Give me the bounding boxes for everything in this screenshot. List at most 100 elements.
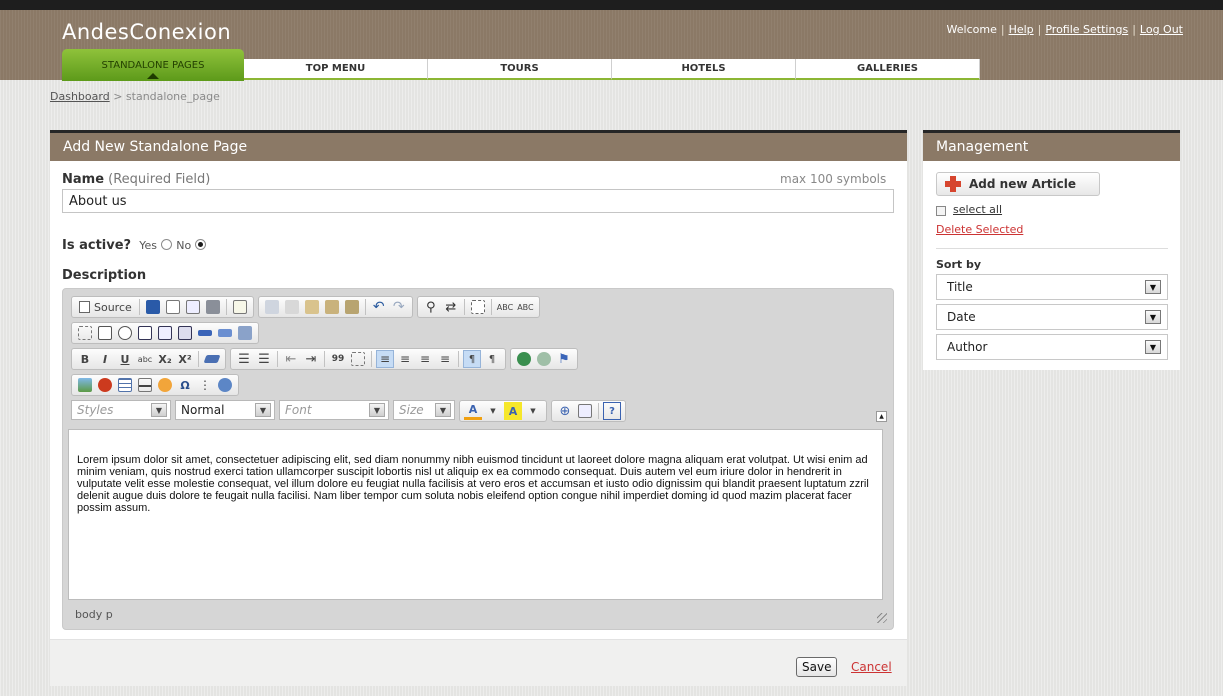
paste-text-icon[interactable]: [323, 298, 341, 316]
image-icon[interactable]: [76, 376, 94, 394]
radio-button-icon[interactable]: [116, 324, 134, 342]
image-button-icon[interactable]: [216, 324, 234, 342]
tab-galleries[interactable]: GALLERIES: [796, 59, 980, 80]
align-left-icon[interactable]: ≡: [376, 350, 394, 368]
button-field-icon[interactable]: [196, 324, 214, 342]
unlink-icon[interactable]: [535, 350, 553, 368]
select-all-checkbox[interactable]: [936, 206, 946, 216]
select-all-icon[interactable]: [469, 298, 487, 316]
collapse-toolbar-icon[interactable]: ▲: [876, 411, 887, 422]
resize-grip-icon[interactable]: [877, 613, 887, 623]
sort-author-select[interactable]: Author ▼: [936, 334, 1168, 360]
tab-standalone-pages[interactable]: STANDALONE PAGES: [62, 49, 244, 81]
text-field-icon[interactable]: [136, 324, 154, 342]
new-page-icon[interactable]: [164, 298, 182, 316]
profile-settings-link[interactable]: Profile Settings: [1045, 23, 1128, 36]
styles-select[interactable]: Styles ▼: [71, 400, 171, 420]
cut-icon[interactable]: [263, 298, 281, 316]
smiley-icon[interactable]: [156, 376, 174, 394]
superscript-button[interactable]: X²: [176, 350, 194, 368]
tab-label: TOURS: [500, 63, 539, 74]
tab-tours[interactable]: TOURS: [428, 59, 612, 80]
preview-icon[interactable]: [184, 298, 202, 316]
align-center-icon[interactable]: ≡: [396, 350, 414, 368]
select-all-link[interactable]: select all: [953, 203, 1002, 216]
print-icon[interactable]: [204, 298, 222, 316]
spellcheck-icon[interactable]: ABC: [496, 298, 514, 316]
cancel-link[interactable]: Cancel: [851, 660, 892, 674]
editor-content-area[interactable]: Lorem ipsum dolor sit amet, consectetuer…: [68, 429, 883, 600]
table-icon[interactable]: [116, 376, 134, 394]
paste-word-icon[interactable]: [343, 298, 361, 316]
logout-link[interactable]: Log Out: [1140, 23, 1183, 36]
redo-icon[interactable]: ↷: [390, 298, 408, 316]
name-input[interactable]: About us: [62, 189, 894, 213]
find-icon[interactable]: ⚲: [422, 298, 440, 316]
active-no-radio[interactable]: [195, 239, 207, 250]
size-select[interactable]: Size ▼: [393, 400, 455, 420]
replace-icon[interactable]: ⇄: [442, 298, 460, 316]
no-label: No: [176, 239, 192, 252]
breadcrumb-dashboard-link[interactable]: Dashboard: [50, 90, 110, 103]
special-char-icon[interactable]: Ω: [176, 376, 194, 394]
save-button[interactable]: Save: [796, 657, 838, 677]
templates-icon[interactable]: [231, 298, 249, 316]
underline-button[interactable]: U: [116, 350, 134, 368]
ltr-icon[interactable]: ¶: [463, 350, 481, 368]
link-icon[interactable]: [515, 350, 533, 368]
chevron-down-icon[interactable]: ▼: [484, 402, 502, 420]
spellcheck-as-you-type-icon[interactable]: ABC: [516, 298, 534, 316]
copy-icon[interactable]: [283, 298, 301, 316]
form-icon[interactable]: [76, 324, 94, 342]
undo-icon[interactable]: ↶: [370, 298, 388, 316]
maximize-icon[interactable]: ⊕: [556, 402, 574, 420]
hidden-field-icon[interactable]: [236, 324, 254, 342]
font-select[interactable]: Font ▼: [279, 400, 389, 420]
subscript-button[interactable]: X₂: [156, 350, 174, 368]
name-max-hint: max 100 symbols: [780, 172, 887, 186]
source-button[interactable]: Source: [76, 298, 135, 316]
text-color-icon[interactable]: A: [464, 402, 482, 420]
sort-date-select[interactable]: Date ▼: [936, 304, 1168, 330]
toolbar-group-colors: A ▼ A ▼: [459, 400, 547, 422]
add-article-button[interactable]: Add new Article: [936, 172, 1100, 196]
numbered-list-icon[interactable]: ☰: [235, 350, 253, 368]
active-yes-radio[interactable]: [161, 239, 173, 250]
bold-button[interactable]: B: [76, 350, 94, 368]
breadcrumb: Dashboard > standalone_page: [50, 90, 220, 103]
horizontal-rule-icon[interactable]: [136, 376, 154, 394]
strikethrough-button[interactable]: abc: [136, 350, 154, 368]
help-link[interactable]: Help: [1009, 23, 1034, 36]
page-break-icon[interactable]: ⋮: [196, 376, 214, 394]
background-color-icon[interactable]: A: [504, 402, 522, 420]
delete-selected-link[interactable]: Delete Selected: [936, 223, 1023, 236]
outdent-icon[interactable]: ⇤: [282, 350, 300, 368]
tab-hotels[interactable]: HOTELS: [612, 59, 796, 80]
description-paragraph: Lorem ipsum dolor sit amet, consectetuer…: [77, 454, 869, 514]
justify-icon[interactable]: ≡: [436, 350, 454, 368]
create-div-icon[interactable]: [349, 350, 367, 368]
element-path[interactable]: body p: [75, 608, 113, 621]
indent-icon[interactable]: ⇥: [302, 350, 320, 368]
chevron-down-icon[interactable]: ▼: [524, 402, 542, 420]
blockquote-icon[interactable]: 99: [329, 350, 347, 368]
anchor-flag-icon[interactable]: ⚑: [555, 350, 573, 368]
save-icon[interactable]: [144, 298, 162, 316]
tab-top-menu[interactable]: TOP MENU: [244, 59, 428, 80]
help-icon[interactable]: ?: [603, 402, 621, 420]
paste-icon[interactable]: [303, 298, 321, 316]
textarea-icon[interactable]: [156, 324, 174, 342]
select-field-icon[interactable]: [176, 324, 194, 342]
checkbox-icon[interactable]: [96, 324, 114, 342]
format-select[interactable]: Normal ▼: [175, 400, 275, 420]
show-blocks-icon[interactable]: [576, 402, 594, 420]
rtl-icon[interactable]: ¶: [483, 350, 501, 368]
remove-format-icon[interactable]: [203, 350, 221, 368]
app-logo[interactable]: AndesConexion: [62, 20, 231, 44]
sort-title-select[interactable]: Title ▼: [936, 274, 1168, 300]
iframe-icon[interactable]: [216, 376, 234, 394]
align-right-icon[interactable]: ≡: [416, 350, 434, 368]
bulleted-list-icon[interactable]: ☰: [255, 350, 273, 368]
italic-button[interactable]: I: [96, 350, 114, 368]
flash-icon[interactable]: [96, 376, 114, 394]
